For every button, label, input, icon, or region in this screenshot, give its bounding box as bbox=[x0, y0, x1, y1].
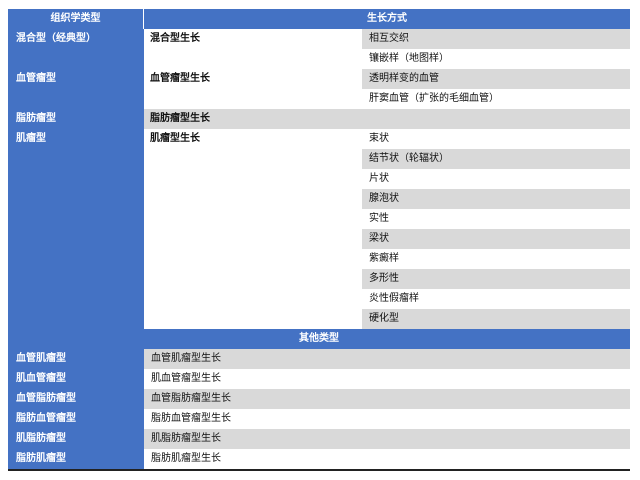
growth-type-cell bbox=[144, 269, 362, 289]
table-row: 脂肪肌瘤型 脂肪肌瘤型生长 bbox=[8, 449, 630, 469]
table-bottom-border bbox=[8, 469, 630, 471]
growth-type-cell: 肌血管瘤型生长 bbox=[144, 369, 630, 389]
growth-pattern-cell: 紫癜样 bbox=[362, 249, 630, 269]
histology-type-cell: 肌血管瘤型 bbox=[8, 369, 144, 389]
histology-type-cell bbox=[8, 229, 144, 249]
growth-type-cell: 血管脂肪瘤型生长 bbox=[144, 389, 630, 409]
histology-type-cell: 肌脂肪瘤型 bbox=[8, 429, 144, 449]
growth-type-cell: 血管肌瘤型生长 bbox=[144, 349, 630, 369]
histology-type-cell bbox=[8, 249, 144, 269]
table-row: 炎性假瘤样 bbox=[8, 289, 630, 309]
histology-type-cell bbox=[8, 289, 144, 309]
growth-type-cell bbox=[144, 309, 362, 329]
table-row: 血管瘤型 血管瘤型生长 透明样变的血管 bbox=[8, 69, 630, 89]
histology-type-cell: 血管瘤型 bbox=[8, 69, 144, 89]
growth-pattern-cell bbox=[362, 109, 630, 129]
growth-pattern-cell: 透明样变的血管 bbox=[362, 69, 630, 89]
table-row: 肝窦血管（扩张的毛细血管） bbox=[8, 89, 630, 109]
growth-type-cell bbox=[144, 149, 362, 169]
growth-pattern-cell: 腺泡状 bbox=[362, 189, 630, 209]
table-row: 混合型（经典型） 混合型生长 相互交织 bbox=[8, 29, 630, 49]
table-row: 肌血管瘤型 肌血管瘤型生长 bbox=[8, 369, 630, 389]
growth-type-cell: 脂肪肌瘤型生长 bbox=[144, 449, 630, 469]
histology-type-cell bbox=[8, 189, 144, 209]
histology-type-cell bbox=[8, 169, 144, 189]
histology-type-cell: 肌瘤型 bbox=[8, 129, 144, 149]
other-types-header: 其他类型 bbox=[8, 329, 630, 349]
main-rows: 混合型（经典型） 混合型生长 相互交织 镶嵌样（地图样） 血管瘤型 血管瘤型生长 透明样变的… bbox=[8, 29, 630, 329]
histology-type-cell: 脂肪瘤型 bbox=[8, 109, 144, 129]
growth-type-cell bbox=[144, 89, 362, 109]
table-row: 脂肪瘤型 脂肪瘤型生长 bbox=[8, 109, 630, 129]
table-row: 腺泡状 bbox=[8, 189, 630, 209]
table-row: 肌瘤型 肌瘤型生长 束状 bbox=[8, 129, 630, 149]
histology-type-cell bbox=[8, 89, 144, 109]
growth-type-cell bbox=[144, 49, 362, 69]
growth-pattern-cell: 梁状 bbox=[362, 229, 630, 249]
growth-type-cell bbox=[144, 209, 362, 229]
growth-pattern-cell: 肝窦血管（扩张的毛细血管） bbox=[362, 89, 630, 109]
header-growth-pattern: 生长方式 bbox=[367, 13, 407, 24]
table-row: 镶嵌样（地图样） bbox=[8, 49, 630, 69]
growth-type-cell: 脂肪血管瘤型生长 bbox=[144, 409, 630, 429]
table-row: 片状 bbox=[8, 169, 630, 189]
table-row: 肌脂肪瘤型 肌脂肪瘤型生长 bbox=[8, 429, 630, 449]
table-row: 多形性 bbox=[8, 269, 630, 289]
histology-type-cell: 脂肪血管瘤型 bbox=[8, 409, 144, 429]
growth-pattern-cell: 片状 bbox=[362, 169, 630, 189]
growth-pattern-cell: 束状 bbox=[362, 129, 630, 149]
histology-type-cell bbox=[8, 309, 144, 329]
table-row: 紫癜样 bbox=[8, 249, 630, 269]
growth-pattern-cell: 实性 bbox=[362, 209, 630, 229]
histology-table: 组织学类型 生长方式 混合型（经典型） 混合型生长 相互交织 镶嵌样（地图样） 血管瘤型… bbox=[8, 9, 630, 469]
histology-type-cell: 血管脂肪瘤型 bbox=[8, 389, 144, 409]
growth-pattern-cell: 硬化型 bbox=[362, 309, 630, 329]
growth-type-cell: 脂肪瘤型生长 bbox=[144, 109, 362, 129]
growth-pattern-cell: 多形性 bbox=[362, 269, 630, 289]
header-histology-type: 组织学类型 bbox=[8, 9, 144, 29]
other-rows: 血管肌瘤型 血管肌瘤型生长 肌血管瘤型 肌血管瘤型生长 血管脂肪瘤型 血管脂肪瘤型生长 脂肪… bbox=[8, 349, 630, 469]
histology-type-cell: 脂肪肌瘤型 bbox=[8, 449, 144, 469]
growth-type-cell: 肌脂肪瘤型生长 bbox=[144, 429, 630, 449]
growth-type-cell bbox=[144, 229, 362, 249]
growth-pattern-cell: 镶嵌样（地图样） bbox=[362, 49, 630, 69]
histology-type-cell bbox=[8, 149, 144, 169]
growth-pattern-cell: 炎性假瘤样 bbox=[362, 289, 630, 309]
growth-type-cell bbox=[144, 249, 362, 269]
histology-type-cell bbox=[8, 269, 144, 289]
table-row: 脂肪血管瘤型 脂肪血管瘤型生长 bbox=[8, 409, 630, 429]
growth-pattern-cell: 结节状（轮辐状） bbox=[362, 149, 630, 169]
histology-type-cell: 混合型（经典型） bbox=[8, 29, 144, 49]
growth-type-cell bbox=[144, 189, 362, 209]
growth-type-cell: 肌瘤型生长 bbox=[144, 129, 362, 149]
table-row: 血管脂肪瘤型 血管脂肪瘤型生长 bbox=[8, 389, 630, 409]
growth-type-cell: 血管瘤型生长 bbox=[144, 69, 362, 89]
table-row: 实性 bbox=[8, 209, 630, 229]
growth-type-cell bbox=[144, 289, 362, 309]
growth-type-cell: 混合型生长 bbox=[144, 29, 362, 49]
growth-type-cell bbox=[144, 169, 362, 189]
table-row: 硬化型 bbox=[8, 309, 630, 329]
histology-type-cell: 血管肌瘤型 bbox=[8, 349, 144, 369]
growth-pattern-cell: 相互交织 bbox=[362, 29, 630, 49]
histology-type-cell bbox=[8, 209, 144, 229]
table-header: 组织学类型 生长方式 bbox=[8, 9, 630, 29]
table-row: 结节状（轮辐状） bbox=[8, 149, 630, 169]
table-row: 血管肌瘤型 血管肌瘤型生长 bbox=[8, 349, 630, 369]
histology-type-cell bbox=[8, 49, 144, 69]
table-row: 梁状 bbox=[8, 229, 630, 249]
